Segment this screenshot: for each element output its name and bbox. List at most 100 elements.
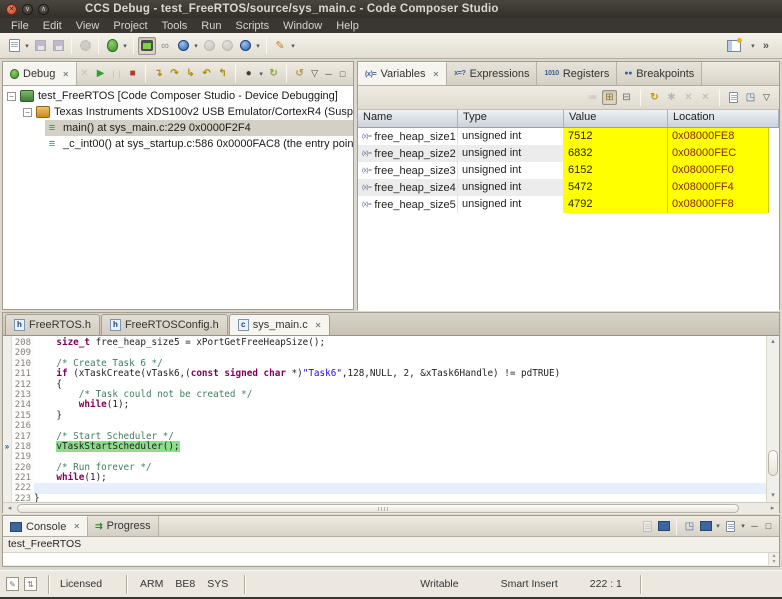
scroll-up-icon[interactable]: ▴: [767, 336, 779, 348]
restart-dropdown-icon[interactable]: ▾: [257, 70, 265, 78]
variable-value-cell[interactable]: 5472: [564, 179, 668, 196]
open-console-icon[interactable]: [723, 519, 738, 534]
maximize-console-icon[interactable]: □: [762, 521, 775, 531]
variable-location-cell[interactable]: 0x08000FF8: [668, 196, 769, 213]
tab-breakpoints[interactable]: ●●Breakpoints: [617, 62, 702, 85]
new-wizard-icon[interactable]: [5, 37, 23, 55]
collapse-all-icon[interactable]: ⊟: [619, 90, 634, 105]
code-lines[interactable]: size_t free_heap_size5 = xPortGetFreeHea…: [34, 336, 779, 502]
perspective-dropdown-icon[interactable]: ▾: [749, 42, 757, 50]
table-row[interactable]: (x)=free_heap_size5unsigned int47920x080…: [358, 196, 779, 213]
code-line[interactable]: /* Task could not be created */: [34, 390, 779, 400]
column-header-location[interactable]: Location: [668, 110, 779, 128]
annotation-ruler[interactable]: »: [3, 336, 12, 502]
variable-value-cell[interactable]: 4792: [564, 196, 668, 213]
variable-type-cell[interactable]: unsigned int: [458, 196, 564, 213]
code-line[interactable]: }: [34, 411, 779, 421]
close-console-tab-icon[interactable]: ✕: [73, 522, 80, 531]
menu-view[interactable]: View: [69, 20, 107, 32]
variable-location-cell[interactable]: 0x08000FF4: [668, 179, 769, 196]
console-process-icon[interactable]: [656, 519, 671, 534]
halt-on-reset-icon[interactable]: [236, 37, 254, 55]
code-line[interactable]: while(1);: [34, 400, 779, 410]
table-row[interactable]: (x)=free_heap_size4unsigned int54720x080…: [358, 179, 779, 196]
scroll-down-icon[interactable]: ▾: [767, 490, 779, 502]
variable-name-cell[interactable]: (x)=free_heap_size5: [358, 196, 458, 213]
variable-type-cell[interactable]: unsigned int: [458, 128, 564, 145]
variable-location-cell[interactable]: 0x08000FEC: [668, 145, 769, 162]
code-line[interactable]: while(1);: [34, 473, 779, 483]
debug-tree-node[interactable]: −Texas Instruments XDS100v2 USB Emulator…: [23, 104, 353, 120]
variable-name-cell[interactable]: (x)=free_heap_size3: [358, 162, 458, 179]
hw-breakpoint-icon[interactable]: [200, 37, 218, 55]
sync-cores-icon[interactable]: ↺: [292, 66, 307, 81]
tree-expander-icon[interactable]: −: [23, 108, 32, 117]
tab-console[interactable]: Console✕: [3, 516, 88, 536]
tab-progress[interactable]: ⇉Progress: [88, 516, 159, 536]
display-selected-console-icon[interactable]: [698, 519, 713, 534]
console-scrollbar[interactable]: ▴▾: [768, 553, 779, 565]
editor-tab-freertos-h[interactable]: hFreeRTOS.h: [5, 314, 100, 335]
save-icon[interactable]: [31, 37, 49, 55]
menu-tools[interactable]: Tools: [155, 20, 195, 32]
menu-scripts[interactable]: Scripts: [228, 20, 276, 32]
debug-launch-dropdown-icon[interactable]: ▾: [121, 42, 129, 50]
tab-registers[interactable]: 1010Registers: [537, 62, 617, 85]
perspective-overflow-icon[interactable]: »: [763, 40, 769, 52]
editor-tab-freertosconfig-h[interactable]: hFreeRTOSConfig.h: [101, 314, 228, 335]
build-icon[interactable]: [76, 37, 94, 55]
horizontal-scrollbar[interactable]: ◂ ▸: [3, 502, 779, 514]
close-debug-tab-icon[interactable]: ✕: [62, 70, 69, 79]
terminate-icon[interactable]: ■: [125, 66, 140, 81]
variable-type-cell[interactable]: unsigned int: [458, 162, 564, 179]
suspend-icon[interactable]: ❘❘: [109, 66, 124, 81]
open-console-dropdown-icon[interactable]: ▾: [739, 522, 747, 530]
column-header-type[interactable]: Type: [458, 110, 564, 128]
code-line[interactable]: [34, 483, 779, 493]
minimize-console-icon[interactable]: ─: [748, 521, 761, 531]
maximize-window-icon[interactable]: ∧: [38, 4, 49, 15]
variable-location-cell[interactable]: 0x08000FF0: [668, 162, 769, 179]
table-row[interactable]: (x)=free_heap_size3unsigned int61520x080…: [358, 162, 779, 179]
breakpoint-icon[interactable]: »: [3, 442, 11, 452]
scroll-right-icon[interactable]: ▸: [766, 503, 779, 514]
debug-tree-node[interactable]: ≡main() at sys_main.c:229 0x0000F2F4: [45, 120, 353, 136]
tab-variables[interactable]: (x)=Variables✕: [358, 62, 447, 85]
highlight-pen-icon[interactable]: ✎: [271, 37, 289, 55]
perspective-icon[interactable]: [725, 37, 743, 55]
vertical-scroll-handle[interactable]: [768, 450, 778, 476]
line-number-ruler[interactable]: 2082092102112122132142152162172182192202…: [12, 336, 34, 502]
assembly-step-into-icon[interactable]: ↳: [183, 66, 198, 81]
export-variables-icon[interactable]: ◳: [743, 90, 758, 105]
minimize-debug-icon[interactable]: ─: [322, 69, 335, 79]
show-logical-structure-icon[interactable]: ⊞: [602, 90, 617, 105]
new-wizard-dropdown-icon[interactable]: ▾: [23, 42, 31, 50]
menu-window[interactable]: Window: [276, 20, 329, 32]
assembly-step-over-icon[interactable]: ↶: [199, 66, 214, 81]
variables-view-menu-icon[interactable]: ▽: [760, 92, 773, 103]
step-return-icon[interactable]: ↰: [215, 66, 230, 81]
menu-run[interactable]: Run: [194, 20, 228, 32]
hw-watchpoint-icon[interactable]: [218, 37, 236, 55]
refresh-icon[interactable]: ↻: [266, 66, 281, 81]
variable-location-cell[interactable]: 0x08000FE8: [668, 128, 769, 145]
menu-file[interactable]: File: [4, 20, 36, 32]
variable-name-cell[interactable]: (x)=free_heap_size2: [358, 145, 458, 162]
link-icon[interactable]: ∞: [156, 37, 174, 55]
menu-project[interactable]: Project: [106, 20, 154, 32]
pin-console-icon[interactable]: ◳: [682, 519, 697, 534]
derive-pointer-icon[interactable]: ✱: [664, 90, 679, 105]
code-line[interactable]: size_t free_heap_size5 = xPortGetFreeHea…: [34, 338, 779, 348]
debug-tree-node[interactable]: ≡_c_int00() at sys_startup.c:586 0x0000F…: [45, 136, 353, 152]
scroll-left-icon[interactable]: ◂: [3, 503, 16, 514]
tab-debug[interactable]: Debug ✕: [3, 62, 77, 85]
step-over-icon[interactable]: ↷: [167, 66, 182, 81]
variable-value-cell[interactable]: 6152: [564, 162, 668, 179]
variable-type-cell[interactable]: unsigned int: [458, 179, 564, 196]
variable-value-cell[interactable]: 7512: [564, 128, 668, 145]
close-window-icon[interactable]: ✕: [6, 4, 17, 15]
connect-target-icon[interactable]: [138, 37, 156, 55]
new-expression-icon[interactable]: [726, 90, 741, 105]
tab-expressions[interactable]: x=?Expressions: [447, 62, 537, 85]
code-line[interactable]: }: [34, 494, 779, 502]
